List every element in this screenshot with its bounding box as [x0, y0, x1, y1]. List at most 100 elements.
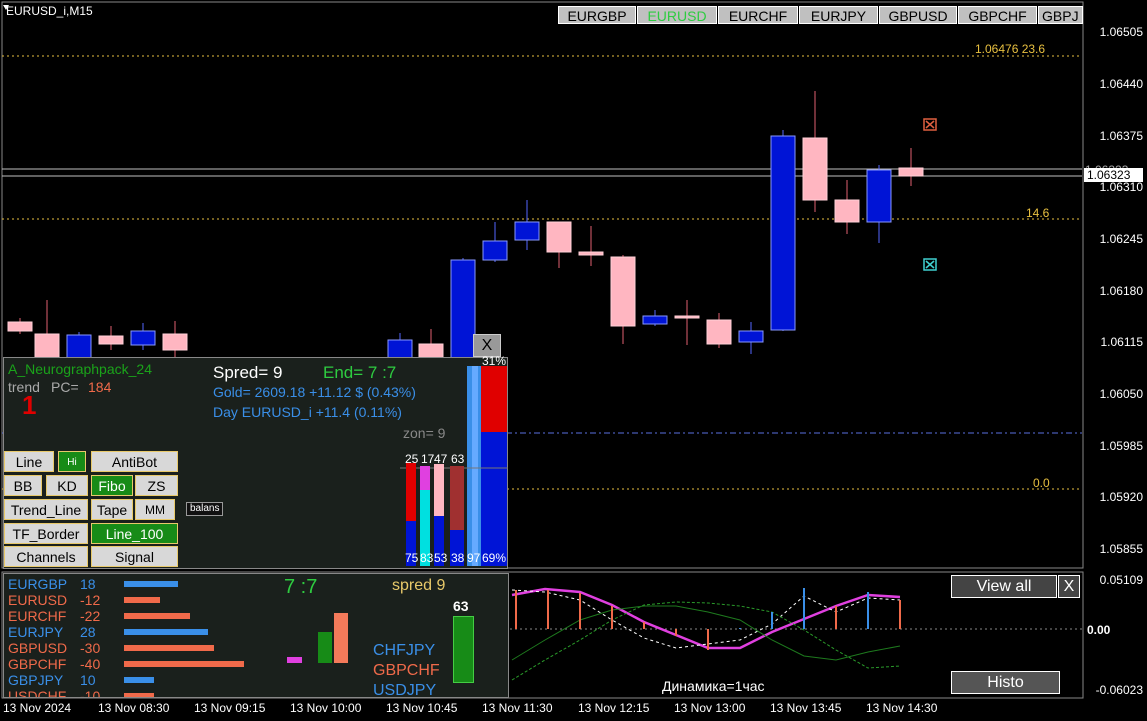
price-tick: 1.05985: [1099, 439, 1143, 453]
strength-bar: [124, 581, 178, 587]
histo-button[interactable]: Histo: [951, 671, 1060, 694]
hi-button[interactable]: Hi: [58, 451, 86, 472]
zs-button[interactable]: ZS: [135, 475, 178, 496]
time-tick: 13 Nov 13:45: [770, 701, 842, 715]
signal-button[interactable]: Signal: [91, 546, 178, 567]
strength-pair-name: USDCHF: [8, 688, 67, 698]
end-value: End= 7 :7: [323, 363, 397, 382]
symbol-button-gbpchf[interactable]: GBPCHF: [958, 6, 1037, 24]
strength-bar: [124, 645, 214, 651]
price-tick: 1.06505: [1099, 25, 1143, 39]
price-tick: 1.06310: [1099, 180, 1143, 194]
strength-pair-name: EURUSD: [8, 592, 68, 608]
list-item: CHFJPY: [373, 642, 436, 659]
tape-button[interactable]: Tape: [91, 499, 133, 520]
price-tick: 1.06440: [1099, 77, 1143, 91]
strength-pair-value: -30: [80, 640, 101, 656]
strength-pair-name: GBPCHF: [8, 656, 67, 672]
fib-label-mid: 14.6: [1026, 206, 1050, 220]
strength-pair-value: 18: [80, 576, 96, 592]
bar-right-darkblue: [481, 432, 507, 566]
bar-1-top: [406, 463, 416, 521]
price-tick: 1.05920: [1099, 490, 1143, 504]
time-tick: 13 Nov 08:30: [98, 701, 170, 715]
candle-body: [578, 251, 604, 256]
kd-button[interactable]: KD: [46, 475, 88, 496]
list-item: USDJPY: [373, 682, 437, 698]
strength-pair-value: -12: [80, 592, 101, 608]
channels-button[interactable]: Channels: [4, 546, 88, 567]
bar-bottom-label: 69%: [482, 551, 507, 565]
time-tick: 13 Nov 13:00: [674, 701, 746, 715]
currency-strength-panel: EURGBP 18 EURUSD -12 EURCHF -22 EURJPY 28 GBPUSD…: [3, 573, 509, 698]
day-change: Day EURUSD_i +11.4 (0.11%): [213, 404, 402, 420]
trend-line-button[interactable]: Trend_Line: [4, 499, 88, 520]
price-tick: 1.06375: [1099, 129, 1143, 143]
symbol-button-eurusd[interactable]: EURUSD: [637, 6, 717, 24]
strength-ratio: 7 :7: [284, 576, 318, 598]
strength-mini-bar-green: [318, 632, 332, 663]
bar-top-label: 47: [434, 452, 448, 466]
candle-body: [834, 199, 860, 223]
mm-button[interactable]: MM: [135, 499, 175, 520]
price-tick: 1.06245: [1099, 232, 1143, 246]
balans-button[interactable]: balans: [186, 502, 224, 516]
fib-label-top: 1.06476 23.6: [975, 42, 1046, 56]
candle-body: [130, 330, 156, 346]
candle-body: [770, 135, 796, 331]
current-price-label: 1.06323: [1084, 168, 1143, 182]
indicator-axis-bottom: -0.06023: [1095, 683, 1143, 697]
candle-body: [610, 256, 636, 327]
strength-pair-name: GBPUSD: [8, 640, 68, 656]
candle-body: [98, 335, 124, 345]
bb-button[interactable]: BB: [4, 475, 42, 496]
bar-right-red: [481, 366, 507, 432]
antibot-button[interactable]: AntiBot: [91, 451, 178, 472]
bar-bottom-label: 53: [434, 551, 448, 565]
strength-spred: spred 9: [392, 577, 446, 594]
price-tick: 1.06050: [1099, 387, 1143, 401]
candle-body: [738, 330, 764, 343]
strength-big-value: 63: [453, 598, 469, 614]
candle-body: [514, 221, 540, 241]
line-button[interactable]: Line: [4, 451, 54, 472]
bar-bottom-label: 97: [467, 551, 481, 565]
indicator-name: A_Neurographpack_24: [8, 361, 152, 377]
time-tick: 13 Nov 10:00: [290, 701, 362, 715]
dynamics-line: [511, 587, 901, 650]
strength-pair-name: EURJPY: [8, 624, 64, 640]
green-dotted-line: [511, 601, 901, 681]
candle-body: [706, 319, 732, 345]
time-tick: 13 Nov 10:45: [386, 701, 458, 715]
time-tick: 13 Nov 09:15: [194, 701, 266, 715]
strength-bar: [124, 677, 154, 683]
price-tick: 1.05855: [1099, 542, 1143, 556]
candle-body: [162, 333, 188, 351]
strength-pair-value: -40: [80, 656, 101, 672]
tf-border-button[interactable]: TF_Border: [4, 523, 88, 544]
bar-2-top: [420, 466, 430, 490]
title-arrow-icon: [3, 5, 9, 10]
symbol-button-eurchf[interactable]: EURCHF: [718, 6, 798, 24]
view-all-button[interactable]: View all: [951, 575, 1057, 598]
symbol-button-gbpusd[interactable]: GBPUSD: [879, 6, 957, 24]
candle-body: [546, 221, 572, 253]
bar-bottom-label: 38: [451, 551, 465, 565]
white-dotted-line: [511, 589, 901, 649]
fibo-button[interactable]: Fibo: [91, 475, 133, 496]
line-100-button[interactable]: Line_100: [91, 523, 178, 544]
indicator-close-button[interactable]: X: [1058, 575, 1080, 598]
strength-bar: [124, 629, 208, 635]
symbol-button-eurgbp[interactable]: EURGBP: [558, 6, 636, 24]
price-tick: 1.06180: [1099, 284, 1143, 298]
symbol-button-gbpjpy[interactable]: GBPJ: [1038, 6, 1083, 24]
candle-body: [674, 315, 700, 319]
symbol-button-eurjpy[interactable]: EURJPY: [799, 6, 878, 24]
bar-top-label: 63: [451, 452, 465, 466]
bar-highlight: [472, 366, 478, 566]
strength-bar: [124, 613, 190, 619]
strength-pair-name: EURCHF: [8, 608, 67, 624]
candle-body: [482, 240, 508, 261]
strength-pair-value: 28: [80, 624, 96, 640]
bar-bottom-label: 83: [420, 551, 434, 565]
